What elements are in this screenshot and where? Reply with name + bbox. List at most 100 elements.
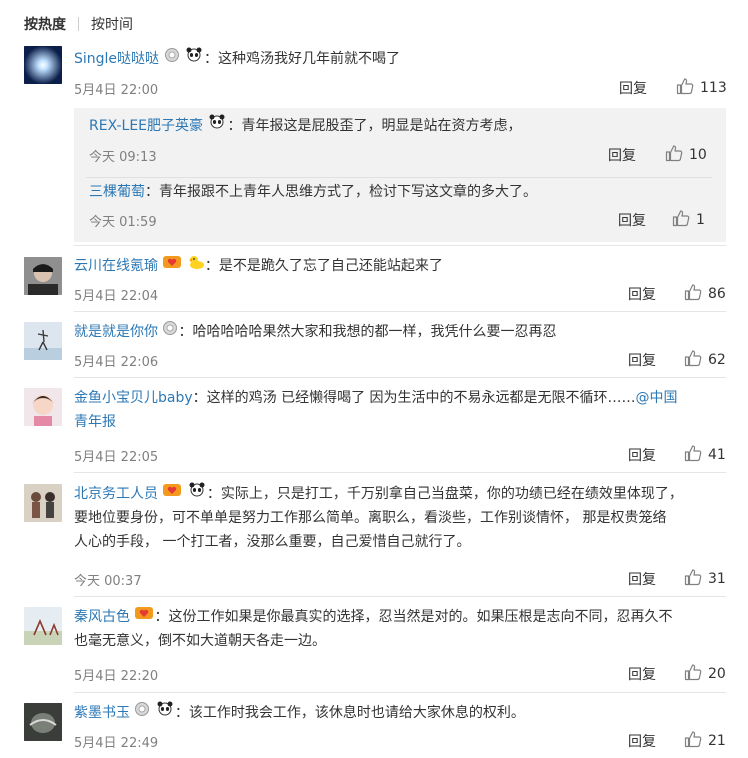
like-button[interactable]: 86 (684, 283, 726, 305)
reply-button[interactable]: 回复 (619, 78, 647, 98)
like-count: 10 (689, 147, 707, 163)
comment-divider (74, 311, 726, 312)
duck-icon (187, 254, 205, 278)
comment-text: 青年报这是屁股歪了，明显是站在资方考虑， (241, 118, 522, 134)
timestamp: 今天 09:13 (89, 150, 157, 165)
thumbs-up-icon (684, 663, 702, 685)
like-button[interactable]: 1 (672, 209, 705, 231)
comment-text: 该工作时我会工作，该休息时也请给大家休息的权利。 (188, 705, 525, 721)
timestamp: 5月4日 22:04 (74, 289, 159, 304)
comment-text: 哈哈哈哈哈果然大家和我想的都一样，我凭什么要一忍再忍 (192, 324, 557, 340)
comment-divider (74, 472, 726, 473)
reply-button[interactable]: 回复 (608, 145, 636, 165)
like-button[interactable]: 41 (684, 444, 726, 466)
comment-divider (74, 245, 726, 246)
avatar[interactable] (24, 46, 62, 84)
like-button[interactable]: 20 (684, 663, 726, 685)
timestamp: 5月4日 22:20 (74, 669, 159, 684)
panda-icon (187, 482, 207, 506)
comment-divider (74, 596, 726, 597)
reply-button[interactable]: 回复 (628, 664, 656, 684)
avatar[interactable] (24, 388, 62, 426)
like-count: 21 (708, 733, 726, 749)
medal-icon (162, 320, 178, 344)
mention-link[interactable]: @中国 (636, 390, 678, 406)
comment-text: 也毫无意义，倒不如大道朝天各走一边。 (74, 633, 326, 649)
comment-body: Single哒哒哒 ：这种鸡汤我好几年前就不喝了 (74, 47, 726, 71)
comment-text: 青年报跟不上青年人思维方式了，检讨下写这文章的多大了。 (159, 184, 537, 200)
thumbs-up-icon (684, 730, 702, 752)
like-count: 62 (708, 352, 726, 368)
comment-text: 这份工作如果是你最真实的选择，忍当然是对的。如果压根是志向不同，忍再久不 (168, 609, 673, 625)
like-count: 41 (708, 447, 726, 463)
panda-icon (155, 701, 175, 725)
avatar[interactable] (24, 322, 62, 360)
sub-reply-body: REX-LEE肥子英豪 ：青年报这是屁股歪了，明显是站在资方考虑， (89, 114, 521, 138)
avatar[interactable] (24, 703, 62, 741)
panda-icon (184, 47, 204, 71)
like-button[interactable]: 21 (684, 730, 726, 752)
username-link[interactable]: 金鱼小宝贝儿baby (74, 390, 193, 406)
like-count: 20 (708, 666, 726, 682)
username-link[interactable]: 秦风古色 (74, 609, 130, 625)
medal-icon (134, 701, 150, 725)
reply-button[interactable]: 回复 (628, 350, 656, 370)
comment-body: 金鱼小宝贝儿baby：这样的鸡汤 已经懒得喝了 因为生活中的不易永远都是无限不循… (74, 386, 726, 434)
thumbs-up-icon (684, 283, 702, 305)
username-link[interactable]: REX-LEE肥子英豪 (89, 118, 203, 134)
like-count: 31 (708, 571, 726, 587)
sort-by-hot-tab[interactable]: 按热度 (24, 14, 66, 34)
avatar[interactable] (24, 484, 62, 522)
colon-separator: ： (154, 609, 169, 625)
like-button[interactable]: 31 (684, 568, 726, 590)
colon-separator: ： (145, 184, 159, 200)
colon-separator: ： (203, 51, 218, 67)
like-button[interactable]: 113 (676, 77, 727, 99)
reply-button[interactable]: 回复 (628, 569, 656, 589)
comment-text: 这样的鸡汤 已经懒得喝了 因为生活中的不易永远都是无限不循环…… (206, 390, 636, 406)
username-link[interactable]: 紫墨书玉 (74, 705, 130, 721)
thumbs-up-icon (672, 209, 690, 231)
like-button[interactable]: 62 (684, 349, 726, 371)
username-link[interactable]: 就是就是你你 (74, 324, 158, 340)
sub-reply-body: 三棵葡萄：青年报跟不上青年人思维方式了，检讨下写这文章的多大了。 (89, 180, 537, 204)
like-count: 1 (696, 212, 705, 228)
like-count: 86 (708, 286, 726, 302)
comment-body: 紫墨书玉 ：该工作时我会工作，该休息时也请给大家休息的权利。 (74, 701, 726, 725)
reply-button[interactable]: 回复 (628, 284, 656, 304)
comment-text: 实际上，只是打工，千万别拿自己当盘菜，你的功绩已经在绩效里体现了， (220, 486, 683, 502)
mention-link[interactable]: 青年报 (74, 414, 116, 430)
username-link[interactable]: 北京务工人员 (74, 486, 158, 502)
colon-separator: ： (178, 324, 193, 340)
timestamp: 今天 01:59 (89, 215, 157, 230)
comment-text: 要地位要身份，可不单单是努力工作那么简单。离职么，看淡些，工作别谈情怀， 那是权… (74, 510, 667, 526)
vip-heart-icon (134, 605, 154, 629)
reply-button[interactable]: 回复 (628, 445, 656, 465)
username-link[interactable]: Single哒哒哒 (74, 51, 159, 67)
sort-by-time-tab[interactable]: 按时间 (91, 14, 133, 34)
colon-separator: ： (204, 258, 219, 274)
comment-body: 秦风古色 ：这份工作如果是你最真实的选择，忍当然是对的。如果压根是志向不同，忍再… (74, 605, 726, 653)
reply-button[interactable]: 回复 (618, 210, 646, 230)
thumbs-up-icon (684, 568, 702, 590)
like-button[interactable]: 10 (665, 144, 707, 166)
comment-body: 北京务工人员 ：实际上，只是打工，千万别拿自己当盘菜，你的功绩已经在绩效里体现了… (74, 482, 726, 554)
thumbs-up-icon (676, 77, 694, 99)
comment-text: 是不是跪久了忘了自己还能站起来了 (218, 258, 443, 274)
sub-reply-divider (86, 177, 712, 178)
comment-divider (74, 692, 726, 693)
avatar[interactable] (24, 257, 62, 295)
comment-divider (74, 377, 726, 378)
username-link[interactable]: 云川在线氪瑜 (74, 258, 158, 274)
timestamp: 今天 00:37 (74, 574, 142, 589)
comment-body: 云川在线氪瑜 ：是不是跪久了忘了自己还能站起来了 (74, 254, 726, 278)
reply-button[interactable]: 回复 (628, 731, 656, 751)
vip-heart-icon (162, 254, 182, 278)
timestamp: 5月4日 22:06 (74, 355, 159, 370)
username-link[interactable]: 三棵葡萄 (89, 184, 145, 200)
like-count: 113 (700, 80, 727, 96)
thumbs-up-icon (665, 144, 683, 166)
avatar[interactable] (24, 607, 62, 645)
timestamp: 5月4日 22:00 (74, 83, 159, 98)
panda-icon (207, 114, 227, 138)
